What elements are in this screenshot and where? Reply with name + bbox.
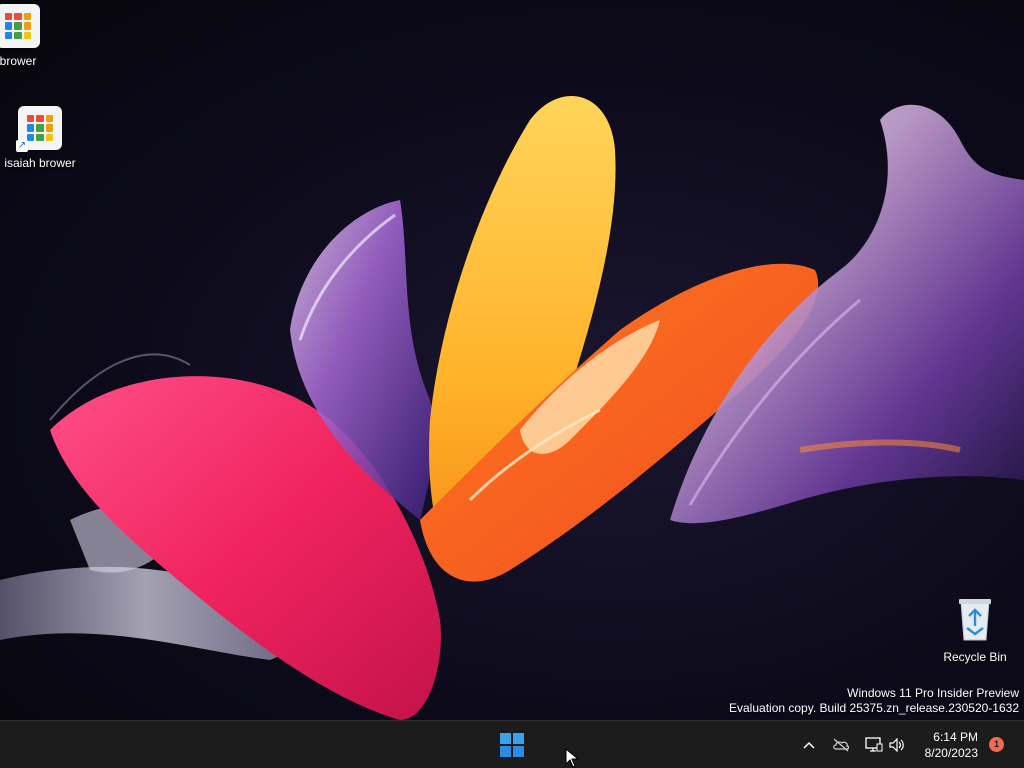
start-button[interactable] [492,725,532,765]
clock-time: 6:14 PM [933,730,978,744]
desktop-icon-recycle-bin[interactable]: Recycle Bin [935,596,1015,664]
notification-badge[interactable]: 1 [989,737,1004,752]
mouse-cursor-icon [565,748,579,768]
evaluation-watermark: Windows 11 Pro Insider Preview Evaluatio… [729,686,1019,716]
network-icon [865,737,883,752]
shortcut-arrow-icon: ↗ [16,140,28,152]
app-grid-icon [0,4,40,48]
network-volume-button[interactable] [862,731,908,759]
taskbar: 6:14 PM 8/20/2023 1 [0,720,1024,768]
watermark-edition: Windows 11 Pro Insider Preview [847,686,1019,700]
onedrive-offline-icon [833,738,850,752]
show-hidden-icons-button[interactable] [800,731,818,759]
recycle-bin-icon [959,599,991,641]
chevron-up-icon [803,741,815,749]
desktop-icon-label: brower [0,54,37,68]
clock-date: 8/20/2023 [924,746,978,760]
desktop[interactable]: brower ↗ isaiah brower Recycle Bin Windo… [0,0,1024,720]
desktop-icon-brower[interactable]: brower [0,4,58,68]
wallpaper-bloom [0,96,1024,720]
desktop-icon-label: isaiah brower [4,156,76,170]
clock-button[interactable]: 6:14 PM 8/20/2023 [925,729,978,761]
desktop-icon-label: Recycle Bin [943,650,1007,664]
windows-logo-icon [500,733,524,757]
onedrive-button[interactable] [830,731,852,759]
desktop-icon-isaiah-brower[interactable]: ↗ isaiah brower [0,106,80,170]
watermark-build: Evaluation copy. Build 25375.zn_release.… [729,701,1019,715]
app-grid-icon: ↗ [16,106,62,152]
speaker-icon [889,738,904,752]
